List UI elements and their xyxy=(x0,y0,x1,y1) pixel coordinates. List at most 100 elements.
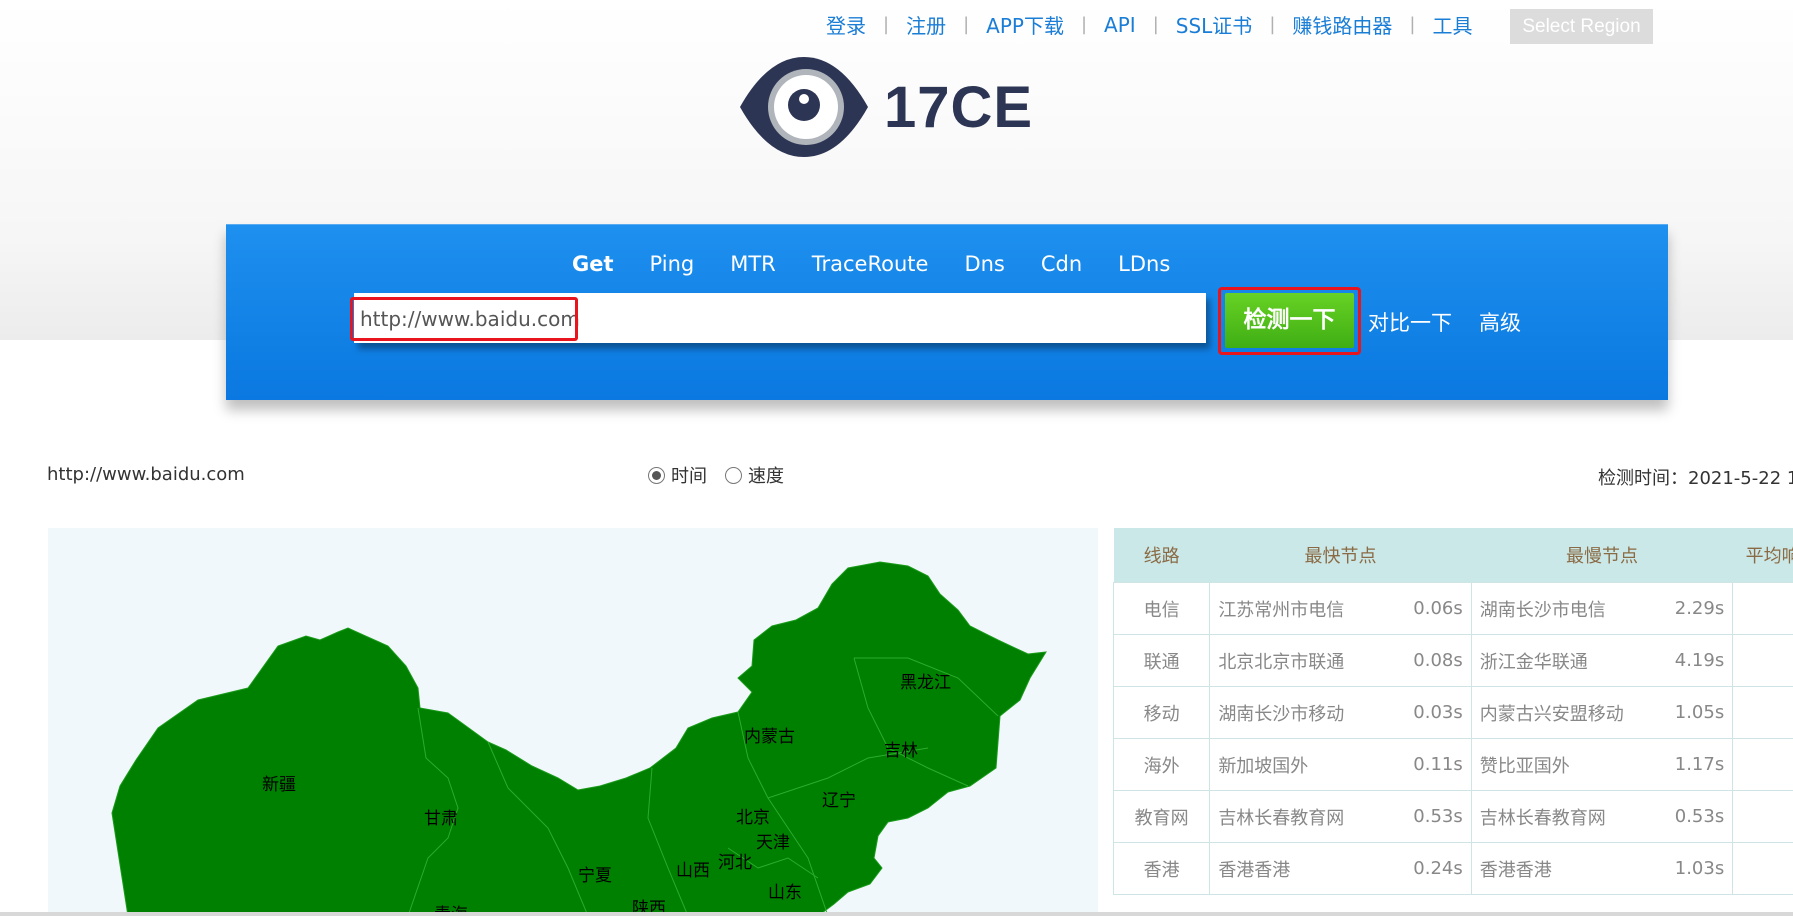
table-row: 移动 湖南长沙市移动 0.03s 内蒙古兴安盟移动 1.05s xyxy=(1112,686,1793,739)
province-label: 辽宁 xyxy=(822,791,856,811)
province-label: 黑龙江 xyxy=(900,673,951,693)
display-mode-radio-group: 时间 速度 xyxy=(648,462,802,488)
slowest-time-cell: 1.17s xyxy=(1664,738,1734,791)
tab-traceroute[interactable]: TraceRoute xyxy=(812,252,929,276)
fastest-node-cell: 吉林长春教育网 xyxy=(1209,790,1403,843)
tab-ping[interactable]: Ping xyxy=(650,252,695,276)
fastest-time-cell: 0.24s xyxy=(1402,842,1472,895)
eye-logo-icon xyxy=(740,57,868,157)
detect-button[interactable]: 检测一下 xyxy=(1225,293,1354,348)
province-label: 内蒙古 xyxy=(744,727,795,747)
table-header-row: 线路 最快节点 最慢节点 平均响 xyxy=(1113,528,1793,583)
line-cell: 电信 xyxy=(1112,582,1211,635)
check-time-text: 检测时间：2021-5-22 18 xyxy=(1598,468,1793,489)
fastest-node-cell: 江苏常州市电信 xyxy=(1209,582,1403,635)
time-radio[interactable] xyxy=(648,466,665,484)
fastest-node-cell: 北京北京市联通 xyxy=(1209,634,1403,687)
compare-link[interactable]: 对比一下 xyxy=(1368,307,1452,337)
slowest-node-cell: 吉林长春教育网 xyxy=(1470,790,1665,843)
search-panel: Get Ping MTR TraceRoute Dns Cdn LDns htt… xyxy=(226,224,1668,400)
table-row: 教育网 吉林长春教育网 0.53s 吉林长春教育网 0.53s xyxy=(1112,790,1793,843)
map-shape xyxy=(111,561,1047,916)
header-line: 线路 xyxy=(1113,528,1210,583)
tab-dns[interactable]: Dns xyxy=(964,252,1004,276)
province-label: 吉林 xyxy=(884,741,918,761)
fastest-node-cell: 湖南长沙市移动 xyxy=(1209,686,1403,739)
average-cell xyxy=(1732,790,1793,843)
header-fastest: 最快节点 xyxy=(1209,528,1472,583)
slowest-node-cell: 浙江金华联通 xyxy=(1470,634,1665,687)
slowest-node-cell: 湖南长沙市电信 xyxy=(1470,582,1665,635)
nav-separator: | xyxy=(1409,14,1416,35)
line-cell: 海外 xyxy=(1112,738,1211,791)
nav-tools-link[interactable]: 工具 xyxy=(1432,10,1472,39)
results-table: 线路 最快节点 最慢节点 平均响 电信 江苏常州市电信 0.06s 湖南长沙市电… xyxy=(1112,528,1793,895)
tab-get[interactable]: Get xyxy=(572,252,614,276)
advanced-link[interactable]: 高级 xyxy=(1479,307,1521,337)
fastest-time-cell: 0.06s xyxy=(1402,582,1472,635)
province-label: 河北 xyxy=(718,853,752,873)
speed-radio[interactable] xyxy=(725,466,742,484)
nav-router-link[interactable]: 赚钱路由器 xyxy=(1292,10,1392,39)
slowest-time-cell: 0.53s xyxy=(1664,790,1734,843)
tab-ldns[interactable]: LDns xyxy=(1118,252,1170,276)
province-label: 北京 xyxy=(736,808,770,828)
average-cell xyxy=(1732,686,1793,739)
slowest-time-cell: 2.29s xyxy=(1664,582,1734,635)
nav-separator: | xyxy=(883,14,890,35)
average-cell xyxy=(1732,582,1793,635)
line-cell: 联通 xyxy=(1112,634,1211,687)
header-average: 平均响 xyxy=(1732,528,1793,583)
nav-separator: | xyxy=(963,14,970,35)
nav-login-link[interactable]: 登录 xyxy=(826,10,866,39)
nav-separator: | xyxy=(1080,14,1088,35)
result-url: http://www.baidu.com xyxy=(47,464,245,485)
page-bottom-edge xyxy=(0,912,1793,916)
province-label: 山西 xyxy=(676,861,710,881)
fastest-time-cell: 0.53s xyxy=(1402,790,1472,843)
china-map: 新疆 甘肃 青海 宁夏 陕西 山西 河北 北京 天津 山东 辽宁 吉林 黑龙江 … xyxy=(48,528,1098,916)
fastest-time-cell: 0.03s xyxy=(1402,686,1472,739)
slowest-node-cell: 香港香港 xyxy=(1470,842,1665,895)
line-cell: 香港 xyxy=(1112,842,1211,895)
top-nav: 登录 | 注册 | APP下载 | API | SSL证书 | 赚钱路由器 | … xyxy=(826,10,1472,39)
province-label: 新疆 xyxy=(262,775,296,795)
table-row: 海外 新加坡国外 0.11s 赞比亚国外 1.17s xyxy=(1112,738,1793,791)
province-label: 宁夏 xyxy=(578,866,612,886)
line-cell: 移动 xyxy=(1112,686,1211,739)
tab-cdn[interactable]: Cdn xyxy=(1041,252,1082,276)
header-slowest: 最慢节点 xyxy=(1471,528,1733,583)
tab-mtr[interactable]: MTR xyxy=(730,252,776,276)
fastest-node-cell: 新加坡国外 xyxy=(1209,738,1403,791)
speed-radio-label[interactable]: 速度 xyxy=(748,462,784,488)
site-logo[interactable]: 17CE xyxy=(738,55,1033,159)
logo-text: 17CE xyxy=(884,74,1034,140)
table-row: 香港 香港香港 0.24s 香港香港 1.03s xyxy=(1112,842,1793,895)
table-row: 联通 北京北京市联通 0.08s 浙江金华联通 4.19s xyxy=(1112,634,1793,687)
nav-register-link[interactable]: 注册 xyxy=(906,10,946,39)
nav-separator: | xyxy=(1269,14,1276,35)
province-label: 山东 xyxy=(768,883,802,903)
nav-app-download-link[interactable]: APP下载 xyxy=(986,10,1064,39)
table-row: 电信 江苏常州市电信 0.06s 湖南长沙市电信 2.29s xyxy=(1112,582,1793,635)
nav-api-link[interactable]: API xyxy=(1104,13,1136,37)
province-label: 天津 xyxy=(756,833,790,853)
average-cell xyxy=(1732,738,1793,791)
average-cell xyxy=(1732,634,1793,687)
url-highlight-box xyxy=(350,297,578,341)
line-cell: 教育网 xyxy=(1112,790,1211,843)
slowest-time-cell: 1.03s xyxy=(1664,842,1734,895)
fastest-time-cell: 0.11s xyxy=(1402,738,1472,791)
fastest-node-cell: 香港香港 xyxy=(1209,842,1403,895)
slowest-time-cell: 1.05s xyxy=(1664,686,1734,739)
test-type-tabs: Get Ping MTR TraceRoute Dns Cdn LDns xyxy=(572,252,1206,276)
fastest-time-cell: 0.08s xyxy=(1402,634,1472,687)
slowest-time-cell: 4.19s xyxy=(1664,634,1734,687)
slowest-node-cell: 内蒙古兴安盟移动 xyxy=(1470,686,1665,739)
nav-ssl-link[interactable]: SSL证书 xyxy=(1176,10,1253,39)
average-cell xyxy=(1732,842,1793,895)
slowest-node-cell: 赞比亚国外 xyxy=(1470,738,1665,791)
time-radio-label[interactable]: 时间 xyxy=(671,462,707,488)
select-region-button[interactable]: Select Region xyxy=(1510,9,1653,44)
province-label: 甘肃 xyxy=(424,809,458,829)
